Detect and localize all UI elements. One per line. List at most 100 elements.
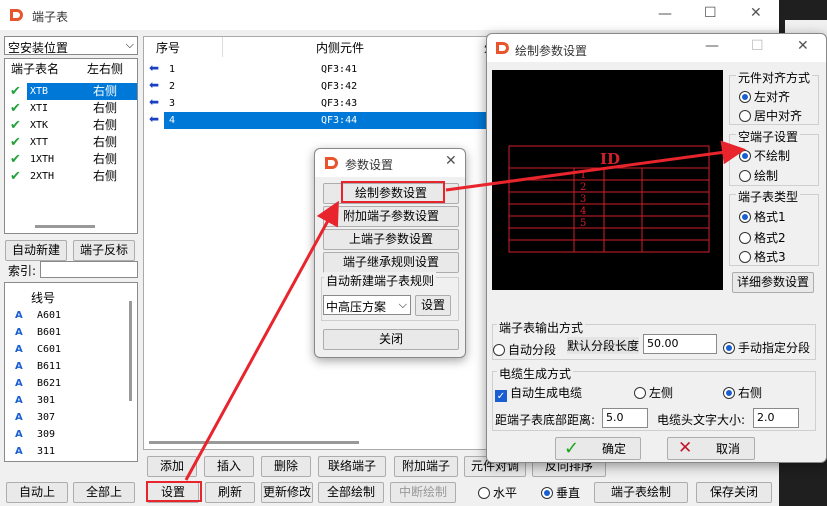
draw-table-button[interactable]: 端子表绘制 bbox=[594, 482, 688, 503]
bottom-dist-input[interactable]: 5.0 bbox=[602, 408, 648, 428]
empty-group-label: 空端子设置 bbox=[736, 128, 801, 145]
wire-list-item[interactable]: A B621 bbox=[5, 375, 125, 392]
preview-id: ID bbox=[600, 150, 621, 168]
wire-list-item[interactable]: A B611 bbox=[5, 358, 125, 375]
left-option[interactable]: 左侧 bbox=[634, 384, 673, 401]
wire-list-item[interactable]: A 309 bbox=[5, 426, 125, 443]
list-scrollbar[interactable] bbox=[35, 225, 95, 228]
terminal-name: XTB bbox=[27, 83, 137, 100]
radio-type1[interactable] bbox=[739, 211, 751, 223]
radio-left[interactable] bbox=[634, 387, 646, 399]
auto-cable-option[interactable]: ✓ 自动生成电缆 bbox=[495, 384, 582, 402]
header-name: 端子表名 bbox=[11, 62, 60, 76]
radio-align-left[interactable] bbox=[739, 91, 751, 103]
index-input[interactable] bbox=[40, 261, 138, 278]
wire-list-item[interactable]: A 307 bbox=[5, 409, 125, 426]
radio-horizontal[interactable] bbox=[478, 487, 490, 499]
close-icon[interactable]: ✕ bbox=[797, 38, 809, 54]
maximize-icon[interactable]: ☐ bbox=[751, 38, 764, 54]
wire-list-item[interactable]: A 301 bbox=[5, 392, 125, 409]
action-button[interactable]: 联络端子 bbox=[318, 456, 386, 477]
radio-type2[interactable] bbox=[739, 232, 751, 244]
type-group-label: 端子表类型 bbox=[736, 188, 801, 205]
radio-right[interactable] bbox=[723, 387, 735, 399]
type3-option[interactable]: 格式3 bbox=[739, 248, 786, 265]
table-row[interactable]: ⬅ 1 QF3:41 bbox=[144, 61, 492, 78]
action-button[interactable]: 附加端子 bbox=[394, 456, 458, 477]
auto-segment-option[interactable]: 自动分段 bbox=[493, 341, 556, 358]
action-button[interactable]: 插入 bbox=[204, 456, 254, 477]
manual-segment-option[interactable]: 手动指定分段 bbox=[723, 339, 810, 356]
reverse-button[interactable]: 端子反标 bbox=[73, 240, 135, 261]
location-select[interactable]: 空安装位置 ⌵ bbox=[4, 36, 138, 55]
wire-number: B621 bbox=[37, 378, 62, 389]
terminal-list-item[interactable]: ✔ XTI 右侧 bbox=[5, 100, 137, 117]
table-row[interactable]: ⬅ 4 QF3:44 bbox=[144, 112, 492, 129]
minimize-icon[interactable]: — bbox=[658, 6, 672, 22]
radio-vertical[interactable] bbox=[541, 487, 553, 499]
ok-button[interactable]: ✓ 确定 bbox=[555, 437, 641, 460]
action-button[interactable]: 刷新 bbox=[205, 482, 255, 503]
detail-params-button[interactable]: 详细参数设置 bbox=[732, 272, 814, 293]
radio-auto-segment[interactable] bbox=[493, 344, 505, 356]
terminal-list-item[interactable]: ✔ 1XTH 右侧 bbox=[5, 151, 137, 168]
radio-nodraw[interactable] bbox=[739, 150, 751, 162]
save-close-button[interactable]: 保存关闭 bbox=[696, 482, 772, 503]
align-center-option[interactable]: 居中对齐 bbox=[739, 107, 802, 124]
maximize-icon[interactable]: ☐ bbox=[704, 5, 717, 21]
type1-option[interactable]: 格式1 bbox=[739, 208, 786, 225]
scheme-settings-button[interactable]: 设置 bbox=[415, 295, 451, 316]
all-up-button[interactable]: 全部上 bbox=[73, 482, 135, 503]
param-close-button[interactable]: 关闭 bbox=[323, 329, 459, 350]
radio-manual-segment[interactable] bbox=[723, 342, 735, 354]
wire-list-item[interactable]: A A601 bbox=[5, 307, 125, 324]
close-icon[interactable]: ✕ bbox=[750, 5, 762, 21]
table-hscroll[interactable] bbox=[149, 441, 359, 444]
action-button[interactable]: 添加 bbox=[147, 456, 197, 477]
cable-text-input[interactable]: 2.0 bbox=[753, 408, 799, 428]
draw-label: 绘制 bbox=[754, 169, 779, 183]
row-inner: QF3:41 bbox=[321, 64, 358, 75]
terminal-list-item[interactable]: ✔ XTB 右侧 bbox=[5, 83, 137, 100]
empty-nodraw-option[interactable]: 不绘制 bbox=[739, 147, 790, 164]
cable-text-value: 2.0 bbox=[757, 411, 775, 424]
terminal-list-item[interactable]: ✔ XTT 右侧 bbox=[5, 134, 137, 151]
check-icon: ✔ bbox=[10, 118, 21, 133]
scheme-select[interactable]: 中高压方案 ⌵ bbox=[323, 295, 411, 315]
wire-list-item[interactable]: A C601 bbox=[5, 341, 125, 358]
wire-list[interactable]: 线号 A A601 A B601 A C601 A B611 A B621 A 301 A 307 A 309… bbox=[4, 282, 138, 462]
param-option-button[interactable]: 上端子参数设置 bbox=[323, 229, 459, 250]
param-option-button[interactable]: 端子继承规则设置 bbox=[323, 252, 459, 273]
default-len-input[interactable]: 50.00 bbox=[643, 334, 717, 354]
terminal-list-item[interactable]: ✔ 2XTH 右侧 bbox=[5, 168, 137, 185]
wire-scrollbar[interactable] bbox=[129, 301, 132, 401]
radio-draw[interactable] bbox=[739, 170, 751, 182]
wire-list-item[interactable]: A 311 bbox=[5, 443, 125, 460]
orient-horizontal[interactable]: 水平 bbox=[478, 484, 517, 501]
orient-vertical[interactable]: 垂直 bbox=[541, 484, 580, 501]
table-row[interactable]: ⬅ 2 QF3:42 bbox=[144, 78, 492, 95]
minimize-icon[interactable]: — bbox=[705, 38, 719, 54]
checkbox-auto-cable[interactable]: ✓ bbox=[495, 390, 507, 402]
wire-number: 309 bbox=[37, 429, 56, 440]
empty-draw-option[interactable]: 绘制 bbox=[739, 167, 778, 184]
action-button[interactable]: 删除 bbox=[261, 456, 311, 477]
type2-option[interactable]: 格式2 bbox=[739, 229, 786, 246]
radio-align-center[interactable] bbox=[739, 110, 751, 122]
wire-list-item[interactable]: A B601 bbox=[5, 324, 125, 341]
right-option[interactable]: 右侧 bbox=[723, 384, 762, 401]
terminal-list-item[interactable]: ✔ XTK 右侧 bbox=[5, 117, 137, 134]
auto-up-button[interactable]: 自动上 bbox=[6, 482, 68, 503]
action-button[interactable]: 全部绘制 bbox=[318, 482, 384, 503]
auto-new-button[interactable]: 自动新建 bbox=[5, 240, 67, 261]
terminal-list[interactable]: 端子表名 左右侧 ✔ XTB 右侧 ✔ XTI 右侧 ✔ XTK 右侧 ✔ XTT 右侧 ✔ 1XTH 右侧… bbox=[4, 58, 138, 234]
scheme-select-value: 中高压方案 bbox=[326, 300, 387, 314]
close-icon[interactable]: ✕ bbox=[445, 153, 457, 169]
cancel-button[interactable]: ✕ 取消 bbox=[667, 437, 755, 460]
radio-type3[interactable] bbox=[739, 251, 751, 263]
table-row[interactable]: ⬅ 3 QF3:43 bbox=[144, 95, 492, 112]
action-button[interactable]: 中断绘制 bbox=[390, 482, 456, 503]
align-left-option[interactable]: 左对齐 bbox=[739, 88, 790, 105]
param-option-button[interactable]: 附加端子参数设置 bbox=[323, 206, 459, 227]
action-button[interactable]: 更新修改 bbox=[261, 482, 313, 503]
